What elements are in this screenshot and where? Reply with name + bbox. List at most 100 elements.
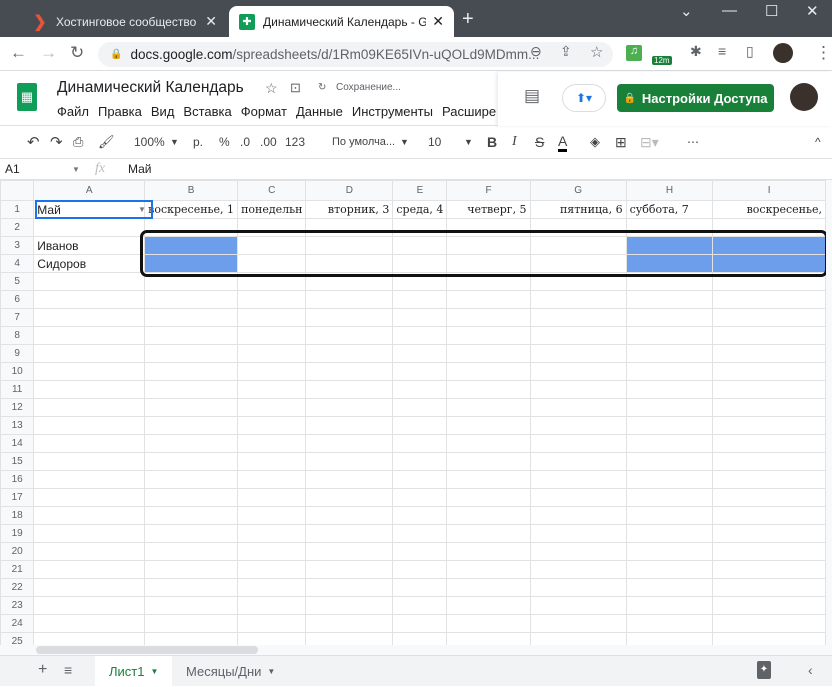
cell-C14[interactable] <box>237 434 307 453</box>
cell-G23[interactable] <box>529 596 627 615</box>
row-header[interactable]: 6 <box>0 290 35 309</box>
cell-A15[interactable] <box>33 452 146 471</box>
sheet-tab-list1[interactable]: Лист1 ▼ <box>95 656 173 687</box>
cell-G25[interactable] <box>529 632 627 645</box>
cell-E7[interactable] <box>392 308 448 327</box>
cell-C12[interactable] <box>237 398 307 417</box>
cell-H18[interactable] <box>625 506 714 525</box>
menu-view[interactable]: Вид <box>151 104 175 119</box>
row-header[interactable]: 8 <box>0 326 35 345</box>
cell-C25[interactable] <box>237 632 307 645</box>
cell-A6[interactable] <box>33 290 146 309</box>
chevron-down-icon[interactable]: ▼ <box>72 165 80 174</box>
cell-E13[interactable] <box>392 416 448 435</box>
cell-B8[interactable] <box>144 326 239 345</box>
row-header[interactable]: 11 <box>0 380 35 399</box>
cell-G12[interactable] <box>529 398 627 417</box>
percent-button[interactable]: % <box>219 135 230 149</box>
chevron-down-icon[interactable]: ▼ <box>267 667 275 676</box>
cell-C22[interactable] <box>237 578 307 597</box>
cell-D25[interactable] <box>305 632 394 645</box>
cell-C21[interactable] <box>237 560 307 579</box>
cell-D15[interactable] <box>305 452 394 471</box>
cell-H12[interactable] <box>625 398 714 417</box>
cell-B1[interactable]: воскресенье, 1 <box>144 200 239 219</box>
cell-D10[interactable] <box>305 362 394 381</box>
more-icon[interactable]: ⋯ <box>687 135 699 149</box>
cell-C9[interactable] <box>237 344 307 363</box>
minimize-icon[interactable]: — <box>722 2 737 19</box>
cell-A8[interactable] <box>33 326 146 345</box>
cell-D12[interactable] <box>305 398 394 417</box>
cell-E10[interactable] <box>392 362 448 381</box>
cell-I18[interactable] <box>712 506 826 525</box>
cell-H1[interactable]: суббота, 7 <box>625 200 714 219</box>
cell-G10[interactable] <box>529 362 627 381</box>
cell-E19[interactable] <box>392 524 448 543</box>
row-header[interactable]: 1 <box>0 200 35 219</box>
cell-B23[interactable] <box>144 596 239 615</box>
cell-H13[interactable] <box>625 416 714 435</box>
bold-button[interactable]: B <box>487 134 497 150</box>
cell-B20[interactable] <box>144 542 239 561</box>
scroll-thumb[interactable] <box>36 646 258 654</box>
cell-C20[interactable] <box>237 542 307 561</box>
cell-I8[interactable] <box>712 326 826 345</box>
star-icon[interactable]: ☆ <box>265 80 278 97</box>
profile-avatar[interactable] <box>773 43 793 63</box>
cell-A21[interactable] <box>33 560 146 579</box>
column-header[interactable]: E <box>392 180 448 201</box>
reload-icon[interactable]: ↻ <box>70 43 84 63</box>
row-header[interactable]: 10 <box>0 362 35 381</box>
bookmark-star-icon[interactable]: ☆ <box>590 43 603 61</box>
cell-A12[interactable] <box>33 398 146 417</box>
sheet-tab-months-days[interactable]: Месяцы/Дни ▼ <box>172 656 289 687</box>
cell-B11[interactable] <box>144 380 239 399</box>
cell-A25[interactable] <box>33 632 146 645</box>
cell-H22[interactable] <box>625 578 714 597</box>
cell-E14[interactable] <box>392 434 448 453</box>
cell-F23[interactable] <box>446 596 531 615</box>
cell-E1[interactable]: среда, 4 <box>392 200 448 219</box>
cell-H15[interactable] <box>625 452 714 471</box>
cell-I17[interactable] <box>712 488 826 507</box>
cell-A22[interactable] <box>33 578 146 597</box>
cell-C8[interactable] <box>237 326 307 345</box>
cell-C1[interactable]: понедельн <box>237 200 307 219</box>
cell-E8[interactable] <box>392 326 448 345</box>
cell-D21[interactable] <box>305 560 394 579</box>
cell-C7[interactable] <box>237 308 307 327</box>
cell-G22[interactable] <box>529 578 627 597</box>
vertical-scrollbar[interactable] <box>826 180 832 645</box>
close-tab-icon[interactable]: ✕ <box>205 13 217 30</box>
cell-C15[interactable] <box>237 452 307 471</box>
cell-I19[interactable] <box>712 524 826 543</box>
cell-B25[interactable] <box>144 632 239 645</box>
row-header[interactable]: 25 <box>0 632 35 645</box>
decrease-decimal-button[interactable]: .0 <box>240 135 250 149</box>
cell-D24[interactable] <box>305 614 394 633</box>
cell-F19[interactable] <box>446 524 531 543</box>
font-size-select[interactable]: 10 <box>428 135 441 149</box>
cell-B16[interactable] <box>144 470 239 489</box>
cell-I7[interactable] <box>712 308 826 327</box>
cell-H6[interactable] <box>625 290 714 309</box>
cell-E25[interactable] <box>392 632 448 645</box>
cell-F14[interactable] <box>446 434 531 453</box>
cell-B13[interactable] <box>144 416 239 435</box>
font-select[interactable]: По умолча... <box>332 136 395 148</box>
cell-C13[interactable] <box>237 416 307 435</box>
cell-B6[interactable] <box>144 290 239 309</box>
cell-D9[interactable] <box>305 344 394 363</box>
cell-I25[interactable] <box>712 632 826 645</box>
cell-F20[interactable] <box>446 542 531 561</box>
browser-menu-icon[interactable]: ⋮ <box>815 43 832 63</box>
close-window-icon[interactable]: ✕ <box>806 2 819 20</box>
side-panel-icon[interactable]: ▯ <box>746 43 754 60</box>
all-sheets-icon[interactable]: ≡ <box>64 662 72 678</box>
cell-G1[interactable]: пятница, 6 <box>529 200 627 219</box>
cell-F16[interactable] <box>446 470 531 489</box>
formula-input[interactable]: Май <box>128 162 152 176</box>
row-header[interactable]: 20 <box>0 542 35 561</box>
strikethrough-button[interactable]: S <box>535 134 544 150</box>
